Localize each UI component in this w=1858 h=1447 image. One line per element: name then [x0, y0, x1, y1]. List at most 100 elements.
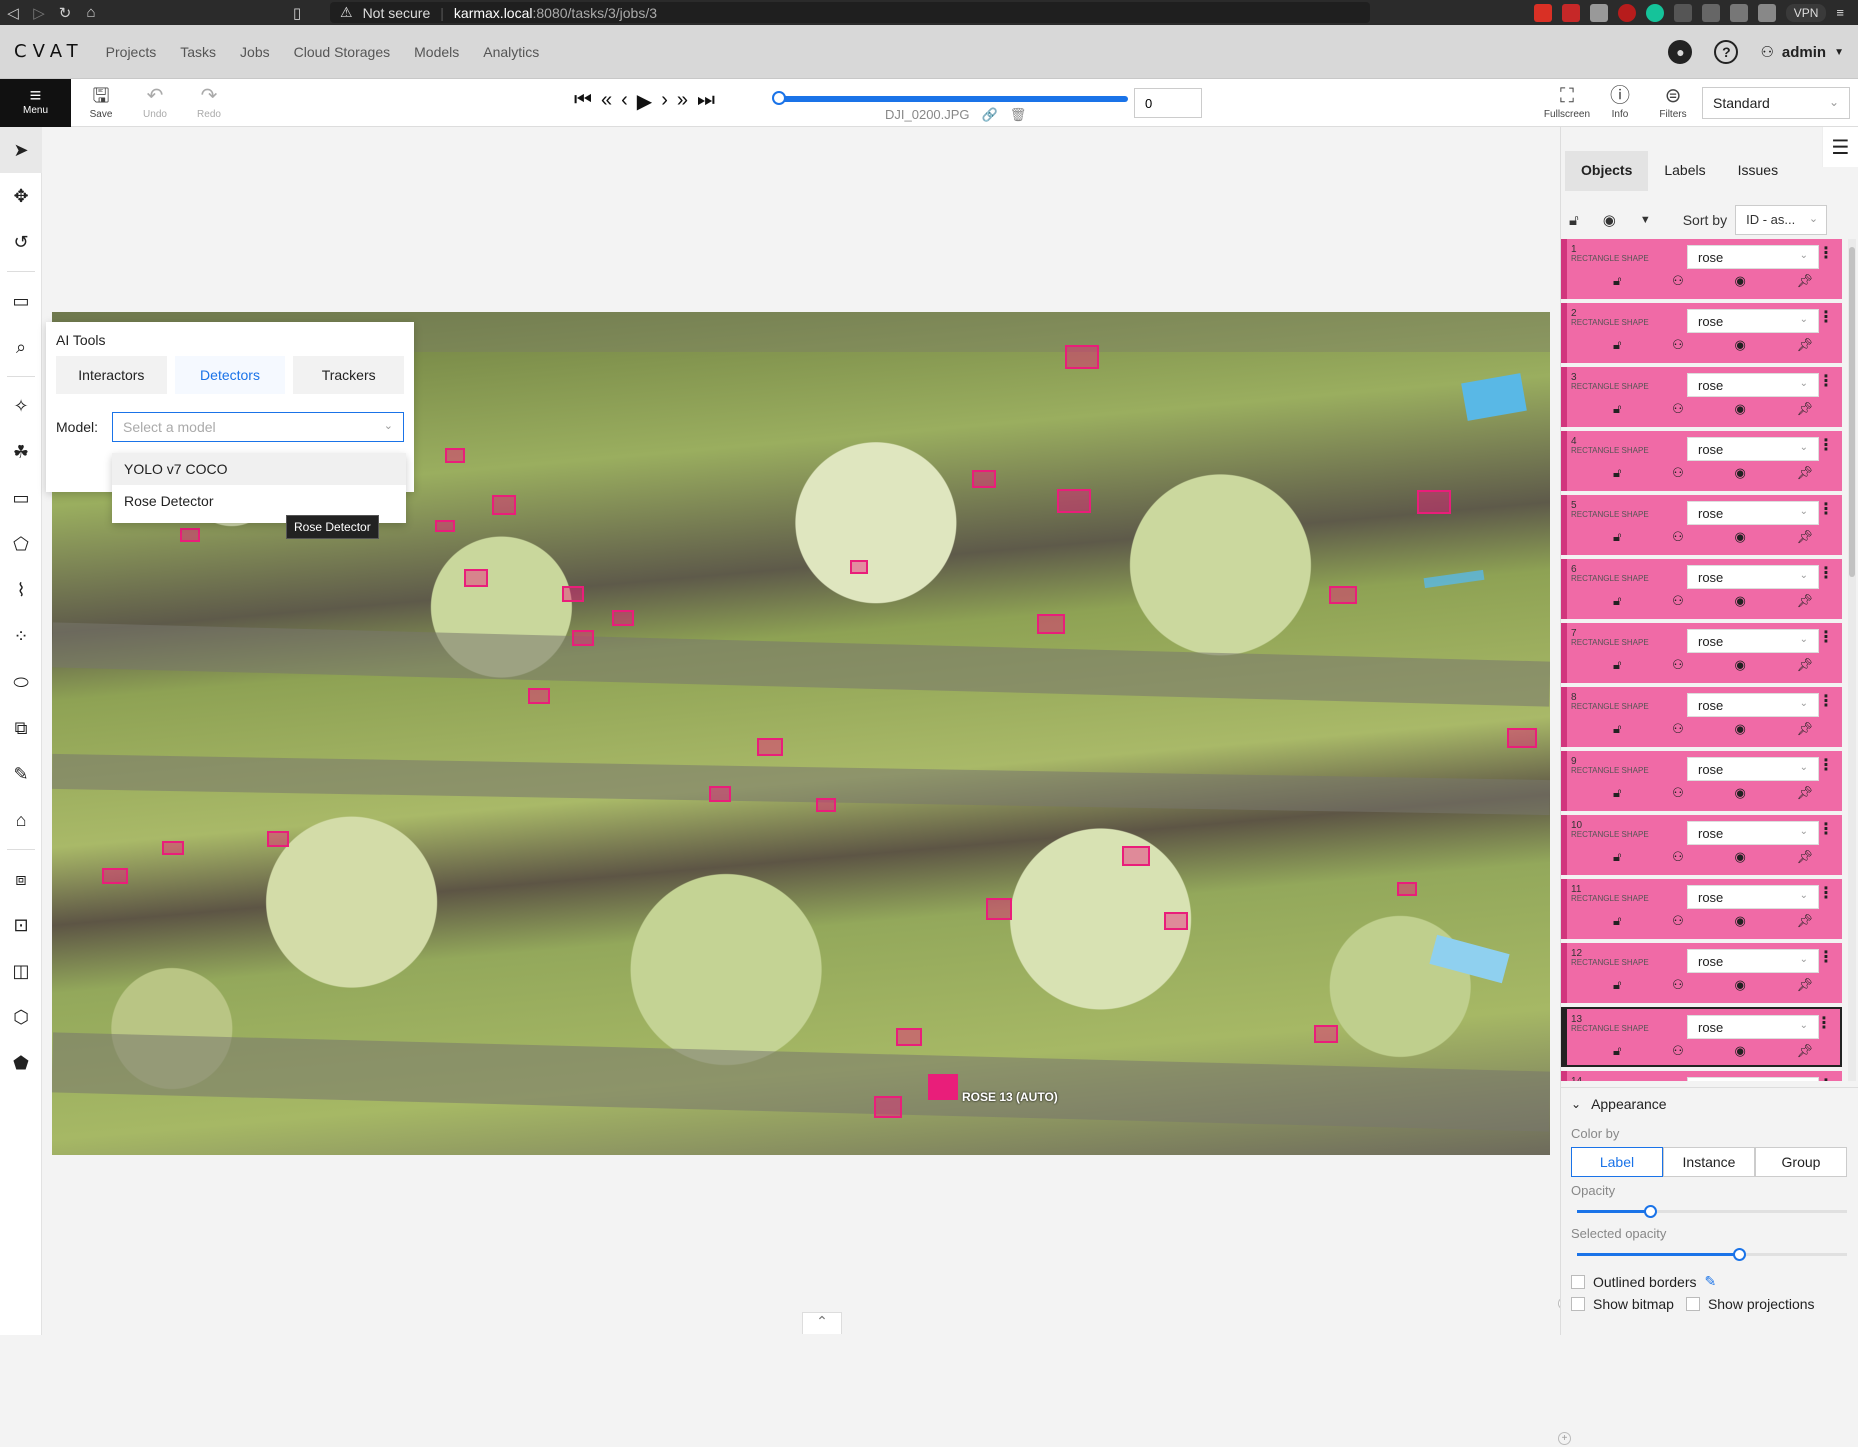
- lock-icon[interactable]: 🔓︎: [1613, 337, 1621, 353]
- object-label-select[interactable]: rose ⌄: [1687, 885, 1819, 909]
- more-options-icon[interactable]: ⋮: [1818, 755, 1834, 775]
- more-options-icon[interactable]: ⋮: [1818, 819, 1834, 839]
- object-card[interactable]: 4 RECTANGLE SHAPE rose ⌄ ⋮ 🔓︎ ⚇ ◉ 📌︎: [1561, 431, 1842, 491]
- frame-number-input[interactable]: [1134, 88, 1202, 118]
- rectangle-tool[interactable]: ▭: [0, 475, 42, 521]
- pin-icon[interactable]: 📌︎: [1796, 401, 1813, 417]
- home-icon[interactable]: ⌂: [78, 4, 104, 21]
- object-label-select[interactable]: rose ⌄: [1687, 693, 1819, 717]
- back-icon[interactable]: ◁: [0, 4, 26, 22]
- pin-icon[interactable]: 📌︎: [1796, 1043, 1813, 1059]
- cursor-tool[interactable]: ➤: [0, 127, 42, 173]
- rose-bounding-box[interactable]: [1065, 345, 1099, 369]
- bookmark-icon[interactable]: ▯: [284, 4, 310, 22]
- fast-forward-icon[interactable]: »: [677, 89, 688, 114]
- visibility-eye-icon[interactable]: ◉: [1734, 785, 1745, 801]
- rose-bounding-box[interactable]: [1057, 489, 1091, 513]
- lock-icon[interactable]: 🔓︎: [1613, 465, 1621, 481]
- extension-icon[interactable]: [1673, 3, 1692, 22]
- occluded-user-icon[interactable]: ⚇: [1672, 657, 1684, 673]
- object-card[interactable]: 6 RECTANGLE SHAPE rose ⌄ ⋮ 🔓︎ ⚇ ◉ 📌︎: [1561, 559, 1842, 619]
- polygon-tool[interactable]: ⬠: [0, 521, 42, 567]
- rose-bounding-box[interactable]: [1329, 586, 1357, 604]
- extensions-puzzle-icon[interactable]: [1701, 3, 1720, 22]
- tab-objects[interactable]: Objects: [1565, 151, 1649, 191]
- zoom-region-tool[interactable]: ⌕: [0, 324, 42, 370]
- model-option-yolo[interactable]: YOLO v7 COCO: [112, 453, 406, 485]
- filters-button[interactable]: ⊜ Filters: [1648, 83, 1698, 120]
- tab-issues[interactable]: Issues: [1722, 151, 1794, 191]
- tab-labels[interactable]: Labels: [1648, 151, 1721, 191]
- nav-tasks[interactable]: Tasks: [180, 44, 216, 60]
- group-tool[interactable]: ⊡: [0, 902, 42, 948]
- color-picker-icon[interactable]: ✎: [1705, 1273, 1717, 1290]
- visibility-eye-icon[interactable]: ◉: [1734, 721, 1745, 737]
- nav-jobs[interactable]: Jobs: [240, 44, 270, 60]
- pin-icon[interactable]: 📌︎: [1796, 337, 1813, 353]
- sidebar-icon[interactable]: [1729, 3, 1748, 22]
- selected-rose-box[interactable]: [928, 1074, 958, 1100]
- objects-scrollbar[interactable]: [1848, 239, 1856, 1081]
- color-by-label-button[interactable]: Label: [1571, 1147, 1663, 1177]
- object-label-select[interactable]: rose ⌄: [1687, 245, 1819, 269]
- pin-icon[interactable]: 📌︎: [1796, 593, 1813, 609]
- expand-all-icon[interactable]: ▼: [1640, 214, 1651, 226]
- more-options-icon[interactable]: ⋮: [1818, 499, 1834, 519]
- fit-image-tool[interactable]: ▭: [0, 278, 42, 324]
- rose-bounding-box[interactable]: [757, 738, 783, 756]
- object-card[interactable]: 10 RECTANGLE SHAPE rose ⌄ ⋮ 🔓︎ ⚇ ◉ 📌︎: [1561, 815, 1842, 875]
- tab-detectors[interactable]: Detectors: [174, 356, 286, 394]
- rose-bounding-box[interactable]: [1164, 912, 1188, 930]
- visibility-eye-icon[interactable]: ◉: [1734, 913, 1745, 929]
- object-label-select[interactable]: ⌄: [1687, 1077, 1819, 1081]
- rose-bounding-box[interactable]: [180, 528, 200, 542]
- move-tool[interactable]: ✥: [0, 173, 42, 219]
- rose-bounding-box[interactable]: [562, 586, 584, 602]
- object-card[interactable]: 9 RECTANGLE SHAPE rose ⌄ ⋮ 🔓︎ ⚇ ◉ 📌︎: [1561, 751, 1842, 811]
- more-options-icon[interactable]: ⋮: [1818, 307, 1834, 327]
- color-by-instance-button[interactable]: Instance: [1663, 1147, 1755, 1177]
- object-label-select[interactable]: rose ⌄: [1687, 565, 1819, 589]
- opacity-slider[interactable]: [1571, 1202, 1849, 1220]
- lock-icon[interactable]: 🔓︎: [1613, 401, 1621, 417]
- brush-tool[interactable]: ✎: [0, 751, 42, 797]
- model-select[interactable]: Select a model ⌄: [112, 412, 404, 442]
- object-card[interactable]: 2 RECTANGLE SHAPE rose ⌄ ⋮ 🔓︎ ⚇ ◉ 📌︎: [1561, 303, 1842, 363]
- cvat-logo[interactable]: CVAT: [14, 41, 84, 62]
- next-frame-icon[interactable]: ›: [661, 89, 668, 114]
- visibility-eye-icon[interactable]: ◉: [1734, 849, 1745, 865]
- visibility-eye-icon[interactable]: ◉: [1734, 1043, 1745, 1059]
- occluded-user-icon[interactable]: ⚇: [1672, 913, 1684, 929]
- pin-icon[interactable]: 📌︎: [1796, 465, 1813, 481]
- forward-icon[interactable]: ▷: [26, 4, 52, 22]
- occluded-user-icon[interactable]: ⚇: [1672, 337, 1684, 353]
- opacity-handle[interactable]: [1643, 1205, 1657, 1218]
- show-bitmap-checkbox[interactable]: [1571, 1297, 1585, 1311]
- occluded-user-icon[interactable]: ⚇: [1672, 721, 1684, 737]
- previous-frame-icon[interactable]: ‹: [621, 89, 628, 114]
- show-projections-checkbox[interactable]: [1685, 1297, 1700, 1311]
- user-menu[interactable]: ⚇ admin ▼: [1760, 43, 1844, 62]
- rose-bounding-box[interactable]: [102, 868, 128, 884]
- rose-bounding-box[interactable]: [267, 831, 289, 847]
- vpn-badge[interactable]: VPN: [1785, 3, 1827, 22]
- reload-icon[interactable]: ↻: [52, 4, 78, 22]
- object-card[interactable]: 8 RECTANGLE SHAPE rose ⌄ ⋮ 🔓︎ ⚇ ◉ 📌︎: [1561, 687, 1842, 747]
- help-icon[interactable]: ?: [1714, 40, 1739, 64]
- frame-slider-handle[interactable]: [772, 91, 786, 105]
- occluded-user-icon[interactable]: ⚇: [1672, 593, 1684, 609]
- extension-icon[interactable]: [1589, 3, 1608, 22]
- rose-bounding-box[interactable]: [1417, 490, 1451, 514]
- pin-icon[interactable]: 📌︎: [1796, 721, 1813, 737]
- visibility-eye-icon[interactable]: ◉: [1734, 977, 1745, 993]
- lock-icon[interactable]: 🔓︎: [1613, 785, 1621, 801]
- lock-icon[interactable]: 🔓︎: [1613, 657, 1621, 673]
- object-label-select[interactable]: rose ⌄: [1687, 373, 1819, 397]
- pin-icon[interactable]: 📌︎: [1796, 913, 1813, 929]
- split-tool[interactable]: ◫: [0, 948, 42, 994]
- rose-bounding-box[interactable]: [435, 520, 455, 532]
- color-by-group-button[interactable]: Group: [1755, 1147, 1847, 1177]
- visibility-eye-icon[interactable]: ◉: [1734, 337, 1745, 353]
- polyline-tool[interactable]: ⌇: [0, 567, 42, 613]
- selected-opacity-slider[interactable]: [1571, 1245, 1849, 1263]
